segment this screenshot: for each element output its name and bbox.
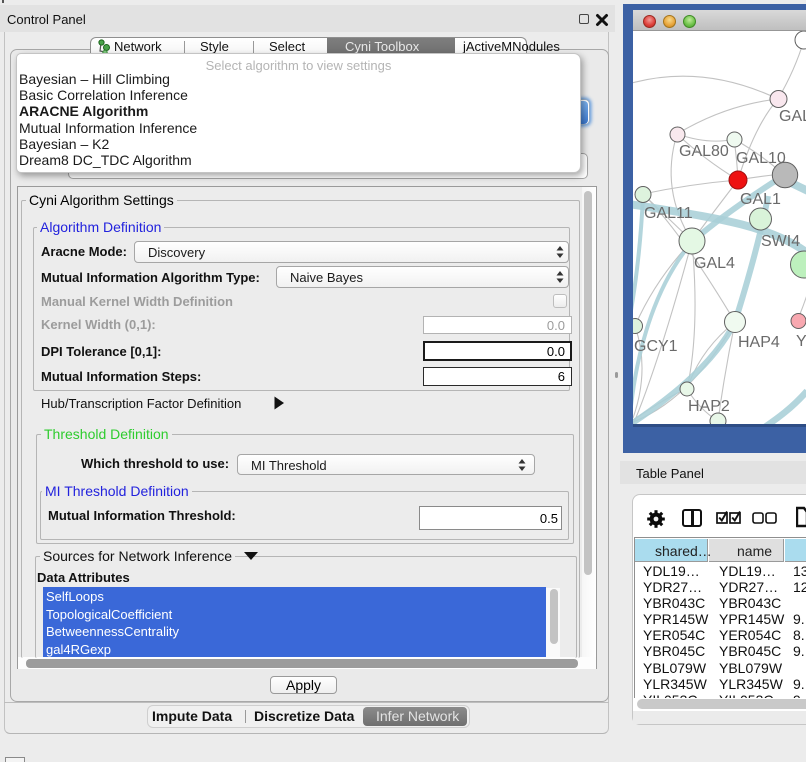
svg-text:GAL80: GAL80	[679, 143, 729, 160]
svg-text:GAL10: GAL10	[736, 150, 786, 167]
svg-text:HAP2: HAP2	[688, 398, 730, 415]
svg-text:GAL11: GAL11	[644, 205, 693, 222]
svg-text:GAL1: GAL1	[740, 191, 781, 208]
svg-text:SWI4: SWI4	[761, 233, 800, 250]
svg-text:HAP4: HAP4	[738, 334, 780, 351]
svg-text:GAL4: GAL4	[694, 255, 735, 272]
svg-text:GAL7: GAL7	[779, 108, 806, 125]
svg-text:Y: Y	[796, 333, 806, 350]
svg-text:GCY1: GCY1	[634, 338, 678, 355]
